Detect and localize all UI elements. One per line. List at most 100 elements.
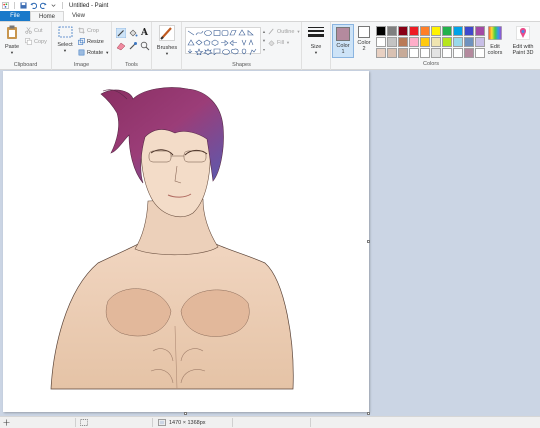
palette-swatch[interactable] — [387, 26, 397, 36]
clipboard-group-label: Clipboard — [13, 62, 38, 68]
palette-swatch[interactable] — [420, 26, 430, 36]
shapes-group-label: Shapes — [232, 62, 251, 68]
image-group-label: Image — [73, 62, 90, 68]
palette-swatch[interactable] — [464, 37, 474, 47]
tab-file[interactable]: File — [0, 11, 30, 21]
palette-swatch[interactable] — [398, 37, 408, 47]
palette-swatch[interactable] — [442, 26, 452, 36]
brushes-group: Brushes ▼ — [152, 22, 182, 70]
fill-button[interactable]: Fill ▼ — [268, 39, 290, 46]
palette-swatch[interactable] — [376, 37, 386, 47]
resize-handle-corner[interactable] — [367, 412, 370, 415]
chevron-down-icon[interactable] — [50, 2, 57, 9]
select-button[interactable]: Select ▼ — [55, 26, 75, 53]
shapes-group: ▲ ▼ ▾ Outline ▼ Fill ▼ Shapes — [182, 22, 302, 70]
palette-swatch[interactable] — [431, 37, 441, 47]
palette-swatch[interactable] — [376, 26, 386, 36]
drawing-canvas[interactable] — [3, 71, 369, 412]
palette-swatch[interactable] — [464, 26, 474, 36]
paint-app-icon — [2, 2, 9, 9]
fill-bucket-icon[interactable] — [128, 28, 138, 38]
separator — [14, 2, 15, 9]
shapes-gallery[interactable] — [185, 27, 261, 56]
undo-icon[interactable] — [30, 2, 37, 9]
tab-view[interactable]: View — [64, 11, 93, 21]
palette-swatch[interactable] — [442, 48, 452, 58]
palette-swatch[interactable] — [453, 37, 463, 47]
resize-icon — [78, 38, 85, 45]
canvas-workspace — [0, 70, 540, 416]
crop-icon — [78, 27, 85, 34]
edit-colors-icon — [488, 26, 502, 40]
brushes-button[interactable]: Brushes ▼ — [155, 25, 179, 56]
palette-swatch[interactable] — [464, 48, 474, 58]
text-tool-icon[interactable]: A — [141, 28, 148, 38]
status-bar: 1470 × 1368px — [0, 416, 540, 428]
colors-group-label: Colors — [423, 61, 439, 67]
palette-swatch[interactable] — [376, 48, 386, 58]
paste-button[interactable]: Paste ▼ — [2, 25, 22, 55]
edit-paint3d-label-2: Paint 3D — [512, 50, 534, 56]
rotate-button[interactable]: Rotate ▼ — [78, 49, 109, 56]
rotate-icon — [78, 49, 85, 56]
outline-button[interactable]: Outline ▼ — [268, 28, 300, 35]
color2-button[interactable]: Color 2 — [354, 26, 374, 58]
palette-swatch[interactable] — [409, 48, 419, 58]
palette-swatch[interactable] — [420, 48, 430, 58]
resize-handle-right[interactable] — [367, 240, 370, 243]
tools-group: A Tools — [112, 22, 152, 70]
palette-swatch[interactable] — [398, 26, 408, 36]
palette-swatch[interactable] — [453, 26, 463, 36]
character-illustration — [50, 87, 294, 390]
title-bar: Untitled - Paint — [0, 0, 540, 11]
image-group: Select ▼ Crop Resize Rotate ▼ Image — [52, 22, 112, 70]
image-size: 1470 × 1368px — [158, 419, 206, 426]
eraser-icon[interactable] — [116, 41, 126, 51]
edit-colors-label-2: colors — [487, 50, 503, 56]
cursor-position — [3, 419, 10, 426]
brush-icon — [159, 25, 175, 41]
image-size-icon — [158, 419, 166, 426]
edit-paint3d-button[interactable]: Edit with Paint 3D — [508, 26, 538, 56]
magnifier-icon[interactable] — [140, 41, 150, 51]
window-title: Untitled - Paint — [69, 2, 109, 9]
resize-button[interactable]: Resize — [78, 38, 104, 45]
color1-button[interactable]: Color 1 — [332, 24, 354, 58]
palette-swatch[interactable] — [398, 48, 408, 58]
palette-swatch[interactable] — [442, 37, 452, 47]
palette-swatch[interactable] — [387, 48, 397, 58]
chevron-down-icon: ▼ — [10, 50, 14, 55]
palette-swatch[interactable] — [431, 48, 441, 58]
palette-swatch[interactable] — [387, 37, 397, 47]
cut-button[interactable]: Cut — [25, 27, 43, 34]
crop-button[interactable]: Crop — [78, 27, 99, 34]
save-icon[interactable] — [20, 2, 27, 9]
shapes-scroll[interactable]: ▲ ▼ ▾ — [262, 27, 266, 54]
outline-icon — [268, 28, 274, 35]
size-button[interactable]: Size ▼ — [305, 26, 327, 55]
palette-swatch[interactable] — [431, 26, 441, 36]
palette-swatch[interactable] — [453, 48, 463, 58]
clipboard-group: Paste ▼ Cut Copy Clipboard — [0, 22, 52, 70]
crop-label: Crop — [87, 27, 99, 34]
copy-button[interactable]: Copy — [25, 38, 47, 45]
redo-icon[interactable] — [40, 2, 47, 9]
chevron-down-icon: ▼ — [165, 51, 169, 56]
tab-home[interactable]: Home — [30, 11, 65, 21]
image-dimensions: 1470 × 1368px — [169, 419, 206, 426]
pencil-icon[interactable] — [116, 28, 126, 38]
edit-colors-button[interactable]: Edit colors — [484, 26, 506, 56]
separator — [310, 418, 311, 427]
palette-swatch[interactable] — [420, 37, 430, 47]
chevron-down-icon: ▼ — [105, 50, 110, 55]
separator — [75, 418, 76, 427]
color-picker-icon[interactable] — [128, 41, 138, 51]
palette-swatch[interactable] — [409, 26, 419, 36]
crosshair-icon — [3, 419, 10, 426]
separator — [152, 418, 153, 427]
palette-swatch[interactable] — [409, 37, 419, 47]
resize-label: Resize — [87, 38, 104, 45]
ribbon-tabs: File Home View — [0, 11, 540, 22]
tools-group-label: Tools — [125, 62, 138, 68]
resize-handle-bottom[interactable] — [184, 412, 187, 415]
